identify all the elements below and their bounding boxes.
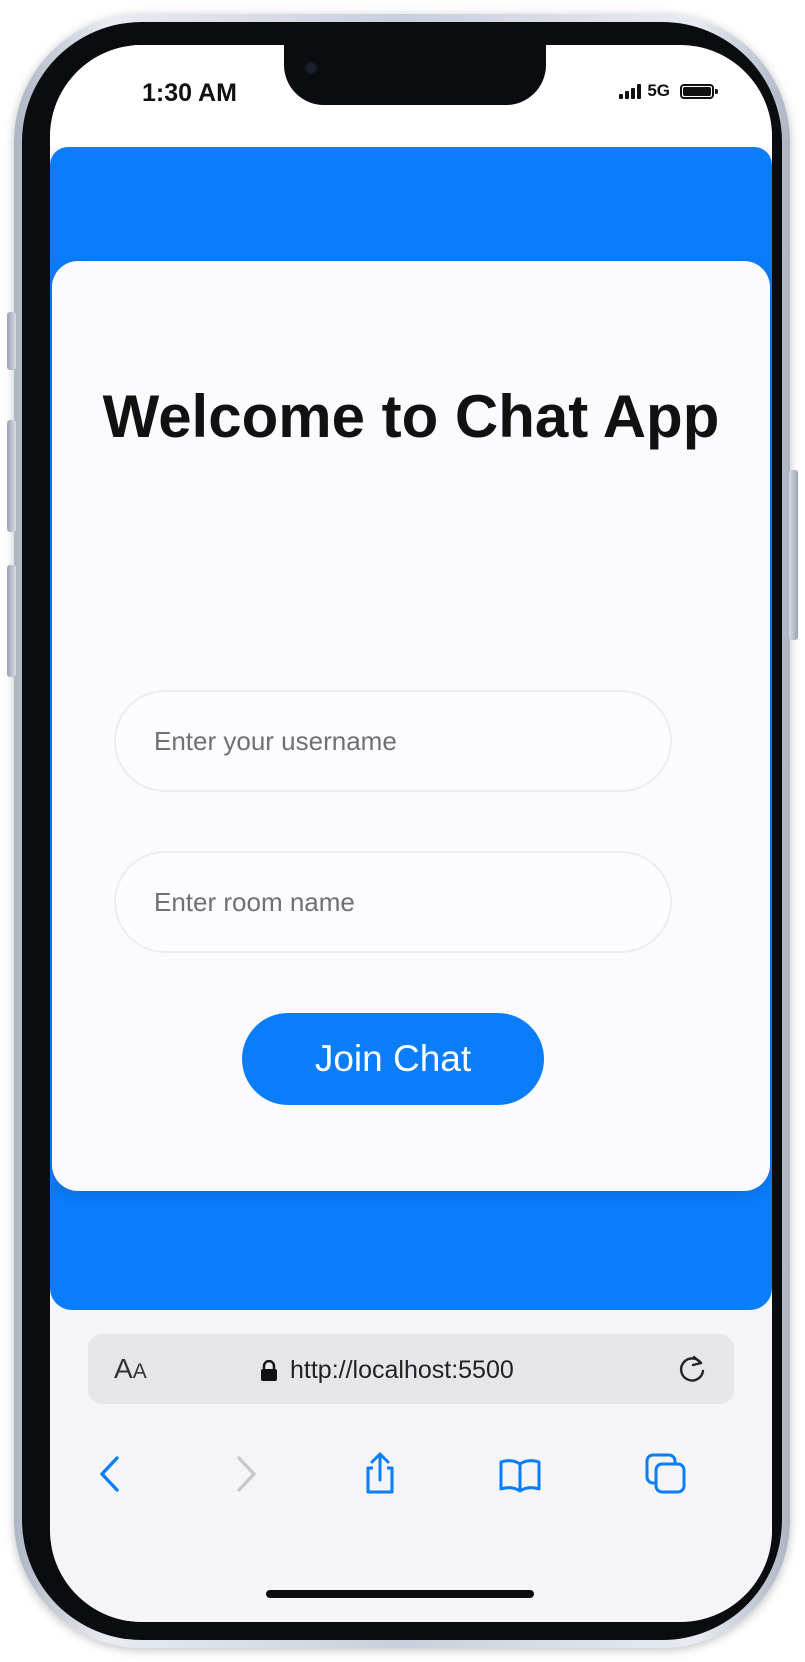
mute-switch [7,312,16,370]
book-icon[interactable] [498,1452,542,1496]
signal-icon [619,83,642,99]
chevron-left-icon[interactable] [90,1452,134,1496]
web-page: Welcome to Chat App Join Chat [50,147,772,1310]
browser-toolbar: AA http://localhost:5500 [50,1310,772,1622]
phone-mockup: 1:30 AM 5G Welcome to Chat App Enter you… [0,0,805,1662]
reload-icon[interactable] [676,1352,710,1386]
status-indicators: 5G [619,81,718,101]
phone-screen: 1:30 AM 5G Welcome to Chat App Enter you… [50,45,772,1622]
text-size-button[interactable]: AA [114,1354,147,1389]
status-time: 1:30 AM [142,79,237,107]
username-input[interactable] [114,690,672,792]
room-name-input[interactable] [114,851,672,953]
url-text: http://localhost:5500 [290,1356,514,1384]
volume-down-button [7,565,16,677]
home-indicator[interactable] [266,1590,534,1598]
join-chat-button[interactable]: Join Chat [242,1013,544,1105]
battery-icon [680,83,718,99]
power-button [789,470,798,640]
share-icon[interactable] [358,1452,402,1496]
login-card: Welcome to Chat App Join Chat [52,261,770,1191]
tabs-icon[interactable] [644,1452,688,1496]
lock-icon [261,1359,277,1381]
front-camera [306,63,316,73]
network-type: 5G [647,81,670,100]
status-bar: 1:30 AM 5G [50,45,772,147]
volume-up-button [7,420,16,532]
chevron-right-icon[interactable] [222,1452,266,1496]
page-title: Welcome to Chat App [102,383,720,450]
address-bar[interactable]: AA http://localhost:5500 [88,1334,734,1404]
notch [284,45,546,105]
url-display[interactable]: http://localhost:5500 [260,1356,514,1385]
